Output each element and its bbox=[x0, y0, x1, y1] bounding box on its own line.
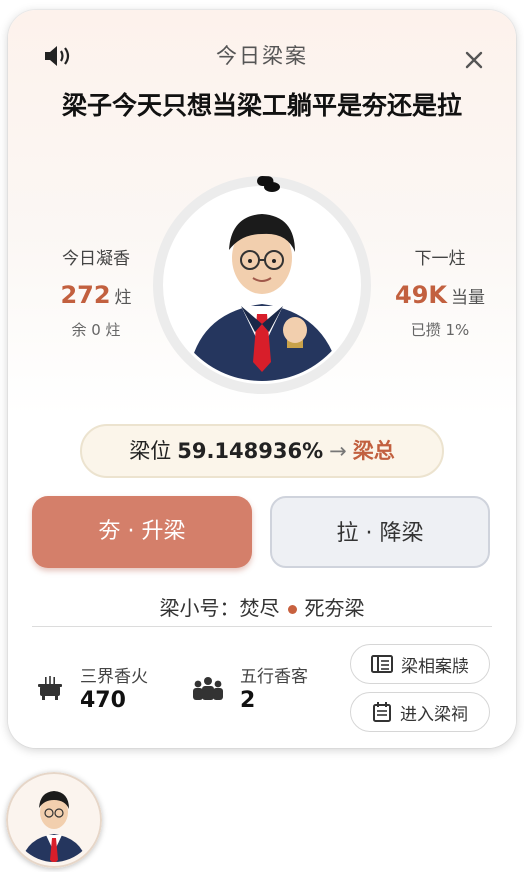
enter-shrine-button[interactable]: 进入梁祠 bbox=[350, 692, 490, 732]
incense-total-value: 470 bbox=[80, 688, 126, 713]
today-incense-stat: 今日凝香 272 炷 余 0 炷 bbox=[36, 244, 156, 340]
next-incense-unit: 当量 bbox=[451, 288, 485, 308]
progress-knob bbox=[264, 182, 280, 192]
archive-button-label: 梁相案牍 bbox=[401, 656, 469, 677]
today-incense-unit: 炷 bbox=[114, 288, 132, 308]
today-incense-label: 今日凝香 bbox=[62, 249, 130, 269]
archive-button[interactable]: 梁相案牍 bbox=[350, 644, 490, 684]
demote-button[interactable]: 拉 · 降梁 bbox=[270, 496, 490, 568]
rank-pill: 梁位 59.148936% → 梁总 bbox=[80, 424, 444, 478]
crowd-icon bbox=[193, 677, 223, 700]
alias-name-2: 死夯梁 bbox=[304, 596, 365, 620]
saved-progress: 已攒 1% bbox=[410, 321, 470, 339]
book-icon bbox=[371, 655, 393, 673]
progress-ring bbox=[153, 176, 371, 394]
close-icon[interactable] bbox=[462, 48, 486, 72]
promote-button[interactable]: 夯 · 升梁 bbox=[32, 496, 252, 568]
floating-avatar-button[interactable] bbox=[6, 772, 102, 868]
rank-percent: 59.148936% bbox=[177, 439, 324, 463]
incense-total-label: 三界香火 bbox=[80, 667, 148, 687]
main-card: 今日梁案 梁子今天只想当梁工躺平是夯还是拉 今日凝香 272 炷 余 0 炷 下… bbox=[8, 10, 516, 748]
alias-separator-dot bbox=[287, 605, 297, 614]
divider bbox=[32, 626, 492, 627]
calendar-icon bbox=[373, 702, 391, 722]
rank-target: 梁总 bbox=[352, 439, 395, 463]
incense-burner-icon bbox=[38, 676, 62, 700]
enter-shrine-button-label: 进入梁祠 bbox=[400, 704, 468, 725]
remaining-incense: 余 0 炷 bbox=[71, 321, 121, 339]
alias-name-1: 焚尽 bbox=[239, 596, 280, 620]
rank-label: 梁位 bbox=[129, 439, 172, 463]
visitors-value: 2 bbox=[240, 688, 256, 713]
next-incense-label: 下一炷 bbox=[414, 249, 466, 269]
next-incense-value: 49K bbox=[395, 281, 447, 309]
next-incense-stat: 下一炷 49K 当量 已攒 1% bbox=[380, 244, 500, 340]
topic-title: 梁子今天只想当梁工躺平是夯还是拉 bbox=[61, 91, 462, 120]
visitors-label: 五行香客 bbox=[240, 667, 308, 687]
today-incense-value: 272 bbox=[60, 281, 111, 309]
alias-label: 梁小号： bbox=[159, 596, 240, 620]
rank-arrow: → bbox=[329, 439, 347, 463]
alias-line: 梁小号：焚尽 死夯梁 bbox=[8, 592, 516, 621]
header-title: 今日梁案 bbox=[216, 44, 308, 68]
